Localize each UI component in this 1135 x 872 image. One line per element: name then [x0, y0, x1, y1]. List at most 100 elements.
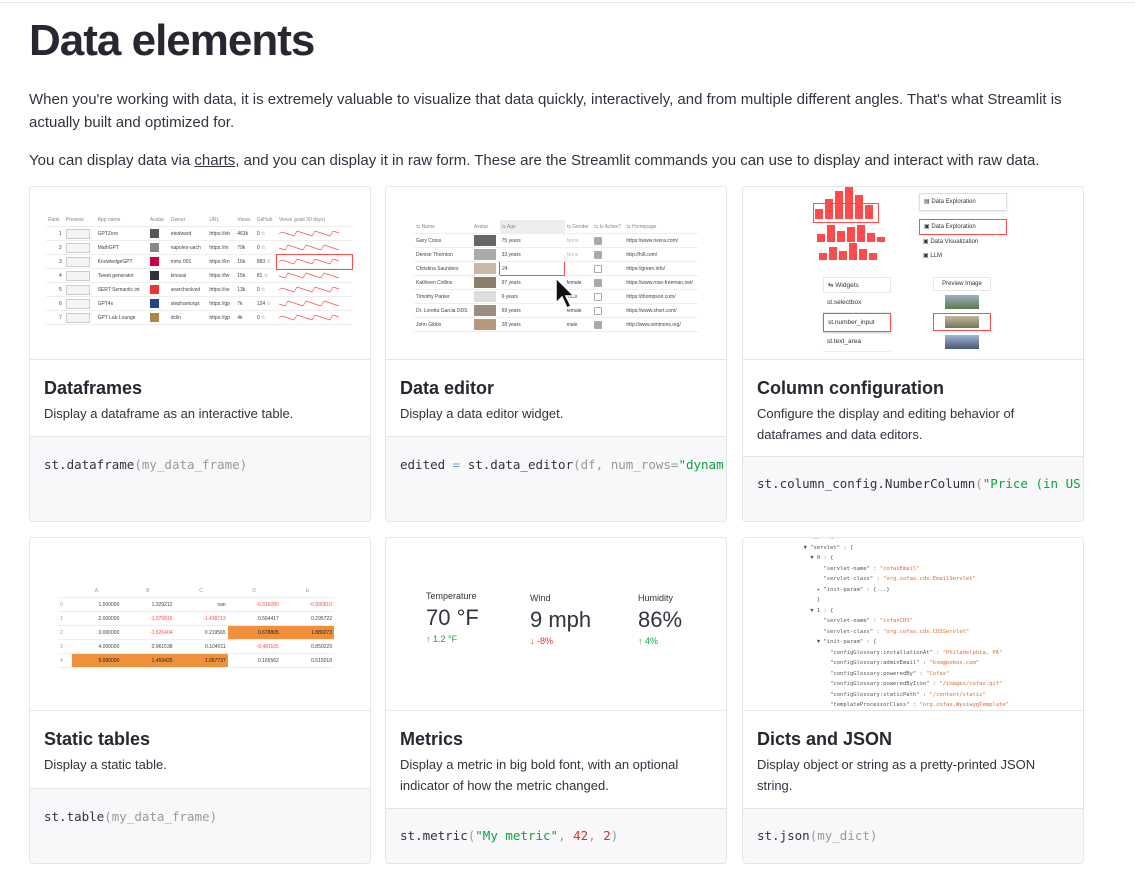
widget-cell[interactable]: st.text_area	[823, 332, 891, 352]
json-key: "configGlossary:poweredByIcon" :	[797, 681, 940, 687]
table-cell: 0.295722	[280, 611, 334, 626]
menu-item[interactable]: ▣ LLM	[919, 249, 1007, 263]
card-column-configuration[interactable]: ▤ Data Exploration ▣ Data Exploration ▣ …	[742, 186, 1084, 522]
preview-image-selected[interactable]	[933, 313, 991, 331]
table-cell: 0	[58, 597, 72, 612]
table-cell: 13k	[235, 282, 255, 297]
table-cell[interactable]	[592, 317, 625, 332]
table-cell: 1.000000	[71, 597, 122, 612]
json-string: "Cofax"	[926, 670, 950, 677]
table-row[interactable]: 2 MathGPT napoles-uach https://m 79k 0 ☆	[46, 240, 352, 255]
table-cell	[63, 226, 96, 241]
json-preview: web-app : { ▼ "servlet" : [ ▼ 0 : { "ser…	[797, 538, 1009, 710]
table-row[interactable]: 5 SERT Semantic int searchsolved https://se…	[46, 282, 352, 297]
avatar	[473, 263, 496, 274]
json-string: "Philadelphia, PA"	[942, 649, 1003, 656]
json-line: "servlet-name" : "cofaxCDS"	[797, 616, 1009, 627]
table-row[interactable]: 6 GPT4x stephanturgs https://gp 7k 124 ☆	[46, 296, 352, 311]
page-title: Data elements	[29, 16, 315, 65]
checkbox[interactable]	[594, 264, 603, 273]
table-cell: -1.070816	[121, 611, 175, 626]
card-metrics[interactable]: Temperature 70 °F ↑ 1.2 °F Wind 9 mph ↓ -8% Hu…	[385, 537, 727, 864]
json-key: "templateProcessorClass" :	[797, 702, 920, 708]
table-row[interactable]: John Gibbs 28 years male http://www.simmons…	[414, 317, 698, 332]
column-header: Avatar	[471, 220, 500, 234]
table-cell[interactable]: 24	[499, 261, 566, 276]
table-row[interactable]: 4 Tweet generator kinosal https://tw 15k 81 ☆	[46, 268, 352, 283]
sparkline	[278, 244, 340, 250]
widget-cell[interactable]: st.selectbox	[823, 293, 891, 313]
table-row[interactable]: 3 KnowledgeGPT mmz 001 https://kn 16k 883 ☆	[46, 253, 353, 270]
table-row[interactable]: 1 GPTZero etedward https://eb 463k 0 ☆	[46, 226, 352, 241]
json-string: "cofaxEmail"	[879, 565, 920, 572]
table-cell: -0.316280	[227, 597, 281, 612]
widgets-column: ⇆ Widgets st.selectbox st.number_input s…	[823, 277, 891, 352]
table-cell[interactable]	[592, 275, 625, 290]
table-cell: 7	[46, 310, 64, 325]
checkbox[interactable]	[594, 292, 603, 301]
table-cell	[147, 226, 169, 241]
card-dataframes[interactable]: Rank Preview App name Avatar Owner URL Views Gi…	[29, 186, 371, 522]
card-data-editor[interactable]: ⇆ Name Avatar ⇆ Age ⇆ Gender ⇆ Is Active? ⇆ H…	[385, 186, 727, 522]
card-dicts-json[interactable]: web-app : { ▼ "servlet" : [ ▼ 0 : { "ser…	[742, 537, 1084, 864]
table-cell: 0.961538	[121, 639, 175, 654]
code-number: 2	[603, 828, 611, 843]
table-cell: 4k	[235, 310, 255, 325]
card-static-tables[interactable]: A B C D E 0 1.000000 1.329212 nan -0.316280 -0.990…	[29, 537, 371, 864]
table-row[interactable]: Christina Saunders 24 https://green.info/	[414, 261, 698, 276]
column-header: C	[174, 584, 228, 598]
table-cell: 2	[46, 240, 64, 255]
menu-item-active[interactable]: ▣ Data Exploration	[919, 219, 1007, 235]
avatar	[473, 291, 496, 302]
metric-delta: ↓ -8%	[530, 636, 554, 646]
column-header: App name	[95, 213, 148, 227]
table-cell: 15k	[235, 268, 255, 283]
table-cell: 0 ☆	[254, 240, 278, 255]
table-cell: GPTZero	[95, 226, 148, 241]
checkbox[interactable]	[594, 236, 603, 245]
table-cell: napoles-uach	[168, 240, 208, 255]
menu-item[interactable]: ▣ Data Visualization	[919, 235, 1007, 249]
table-cell: https://www.rose-freeman.net/	[624, 275, 698, 290]
checkbox[interactable]	[594, 306, 603, 315]
table-cell: 0.104011	[174, 639, 228, 654]
table-cell[interactable]	[592, 289, 625, 304]
table-cell	[277, 226, 352, 241]
table-cell: 81 ☆	[254, 268, 278, 283]
code-snippet: edited = st.data_editor(df, num_rows="dy…	[386, 436, 726, 521]
widget-cell-selected[interactable]: st.number_input	[823, 313, 891, 332]
table-cell[interactable]	[592, 233, 625, 248]
charts-link[interactable]: charts	[194, 152, 235, 169]
table-cell: https://www.short.com/	[624, 303, 698, 318]
table-cell[interactable]	[592, 303, 625, 318]
table-row[interactable]: Gary Cross 75 years None https://www.rivera…	[414, 233, 698, 248]
table-row[interactable]: Denise Thornton 33 years None http://hill.c…	[414, 247, 698, 262]
menu-item-selected-box[interactable]: ▤ Data Exploration	[919, 193, 1007, 211]
avatar	[149, 285, 159, 294]
table-cell[interactable]: 28 years	[499, 317, 565, 332]
table-cell[interactable]: 75 years	[499, 233, 565, 248]
table-cell: https://se	[207, 282, 236, 297]
column-header: Preview	[63, 213, 96, 227]
table-cell	[277, 268, 352, 283]
table-row[interactable]: 7 GPT Lab Lounge dclin https://gp 4k 0 ☆	[46, 310, 352, 325]
sparkline-path	[278, 230, 340, 236]
table-cell[interactable]	[592, 261, 625, 276]
table-cell: 4	[58, 653, 72, 668]
sparkline	[278, 272, 340, 278]
card-title: Dataframes	[44, 378, 143, 398]
avatar	[473, 235, 496, 246]
chart-bar	[817, 234, 825, 242]
checkbox[interactable]	[594, 250, 603, 259]
table-cell	[471, 233, 500, 248]
table-cell: https://eb	[207, 226, 236, 241]
json-line: "configGlossary:staticPath" : "/content/…	[797, 690, 1009, 701]
table-cell[interactable]	[592, 247, 625, 262]
table-cell: 0 ☆	[254, 282, 278, 297]
avatar	[149, 299, 159, 308]
widgets-header: ⇆ Widgets	[823, 277, 891, 293]
table-cell	[277, 296, 352, 311]
checkbox[interactable]	[594, 278, 603, 287]
table-cell[interactable]: 33 years	[499, 247, 565, 262]
checkbox[interactable]	[594, 320, 603, 329]
